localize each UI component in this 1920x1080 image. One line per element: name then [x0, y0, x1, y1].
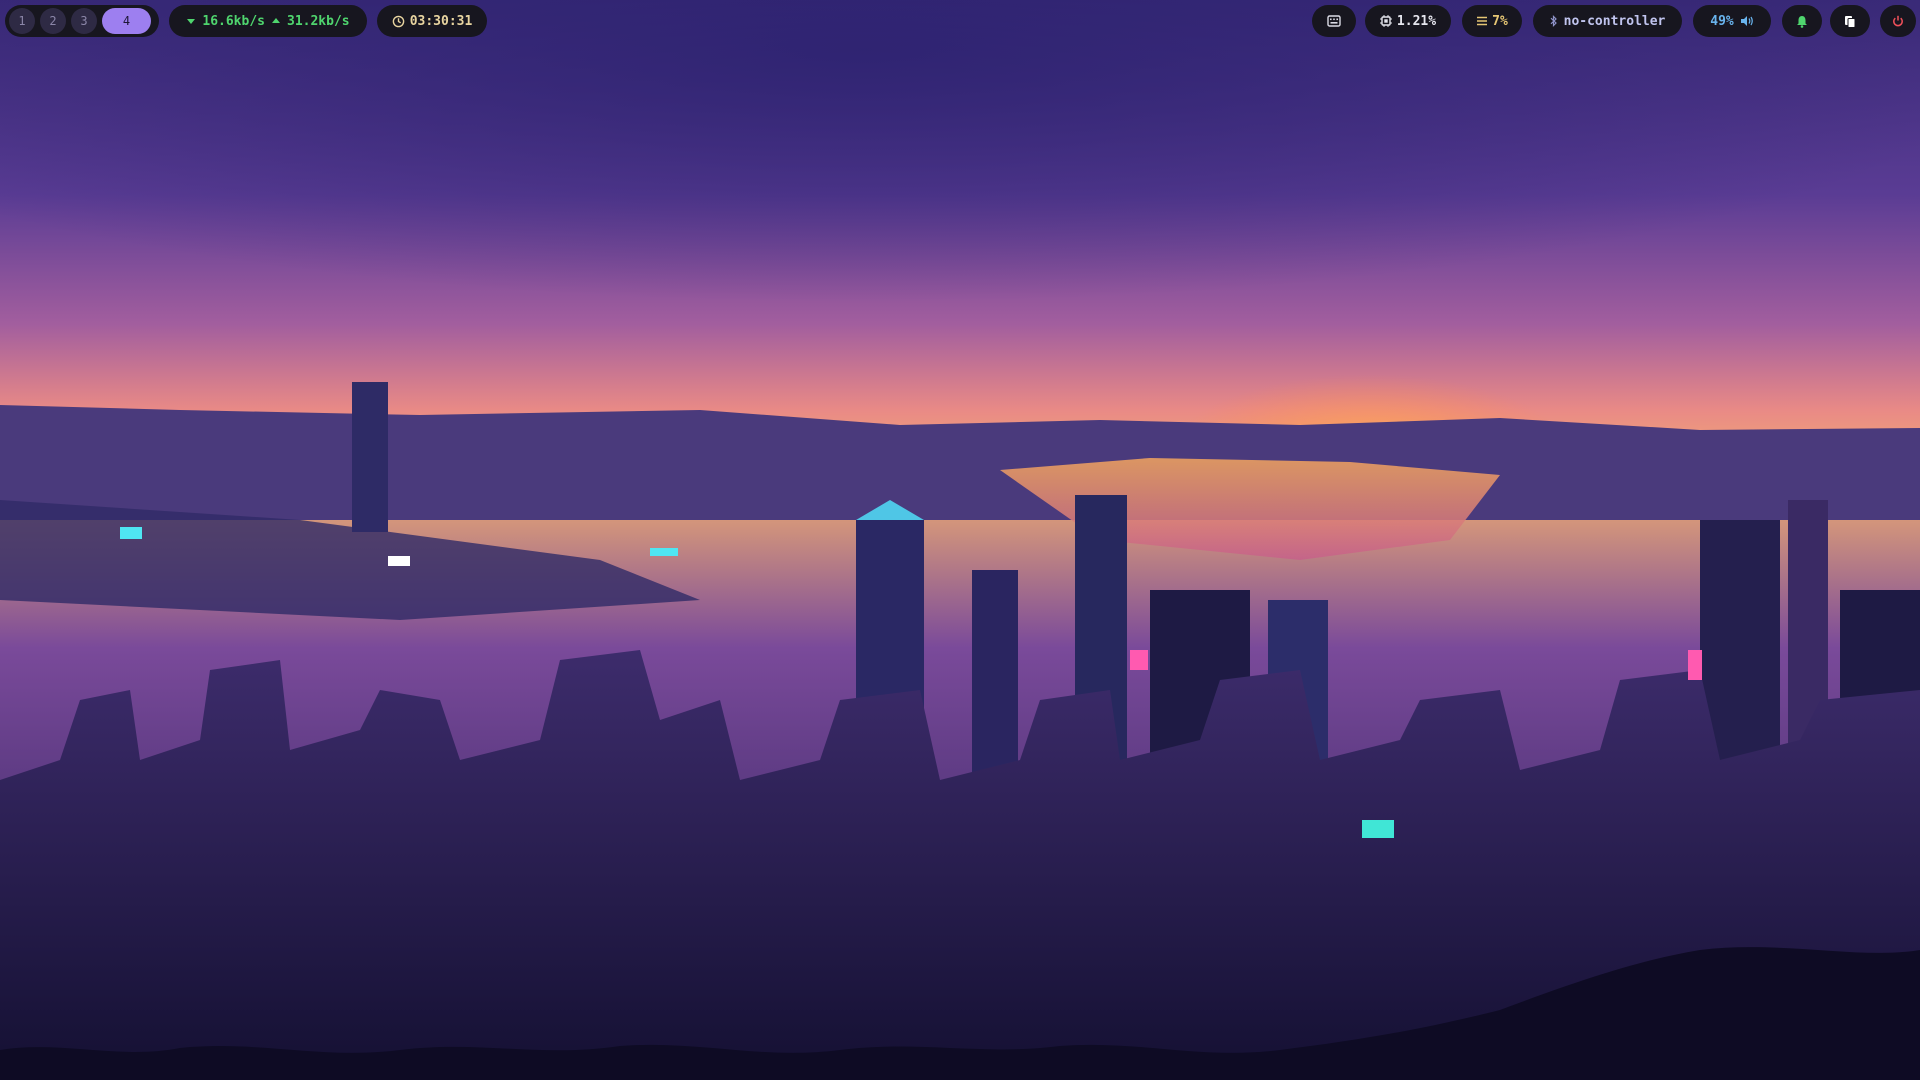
top-bar: 1 2 3 4 16.6kb/s 31.2kb/s 03:30:31 1.21%…	[0, 5, 1920, 37]
workspace-1-button[interactable]: 1	[9, 8, 35, 34]
clock-time: 03:30:31	[409, 13, 473, 29]
volume-value: 49%	[1710, 13, 1734, 29]
memory-usage-widget[interactable]: 7%	[1462, 5, 1522, 37]
keyboard-layout-button[interactable]	[1312, 5, 1356, 37]
bluetooth-icon	[1550, 15, 1557, 27]
cpu-usage-widget[interactable]: 1.21%	[1365, 5, 1451, 37]
desktop-wallpaper	[0, 0, 1920, 1080]
keyboard-icon	[1327, 15, 1341, 27]
bell-icon	[1797, 15, 1807, 28]
arrow-down-icon	[187, 19, 196, 24]
upload-speed: 31.2kb/s	[287, 13, 350, 29]
power-icon	[1893, 15, 1903, 27]
clock-widget[interactable]: 03:30:31	[377, 5, 487, 37]
bluetooth-status: no-controller	[1563, 13, 1666, 29]
notifications-button[interactable]	[1782, 5, 1822, 37]
clipboard-button[interactable]	[1830, 5, 1870, 37]
clock-icon	[392, 15, 404, 27]
cpu-icon	[1379, 15, 1392, 27]
speaker-icon	[1740, 16, 1753, 26]
workspace-2-button[interactable]: 2	[40, 8, 66, 34]
arrow-up-icon	[272, 18, 280, 23]
clipboard-icon	[1845, 15, 1856, 28]
bluetooth-widget[interactable]: no-controller	[1533, 5, 1682, 37]
memory-usage-value: 7%	[1492, 13, 1508, 29]
volume-widget[interactable]: 49%	[1693, 5, 1771, 37]
cpu-usage-value: 1.21%	[1396, 13, 1437, 29]
workspace-switcher: 1 2 3 4	[5, 5, 159, 37]
power-button[interactable]	[1880, 5, 1916, 37]
download-speed: 16.6kb/s	[202, 13, 265, 29]
network-speed-widget[interactable]: 16.6kb/s 31.2kb/s	[169, 5, 367, 37]
workspace-4-button[interactable]: 4	[102, 8, 151, 34]
memory-icon	[1477, 16, 1488, 26]
workspace-3-button[interactable]: 3	[71, 8, 97, 34]
